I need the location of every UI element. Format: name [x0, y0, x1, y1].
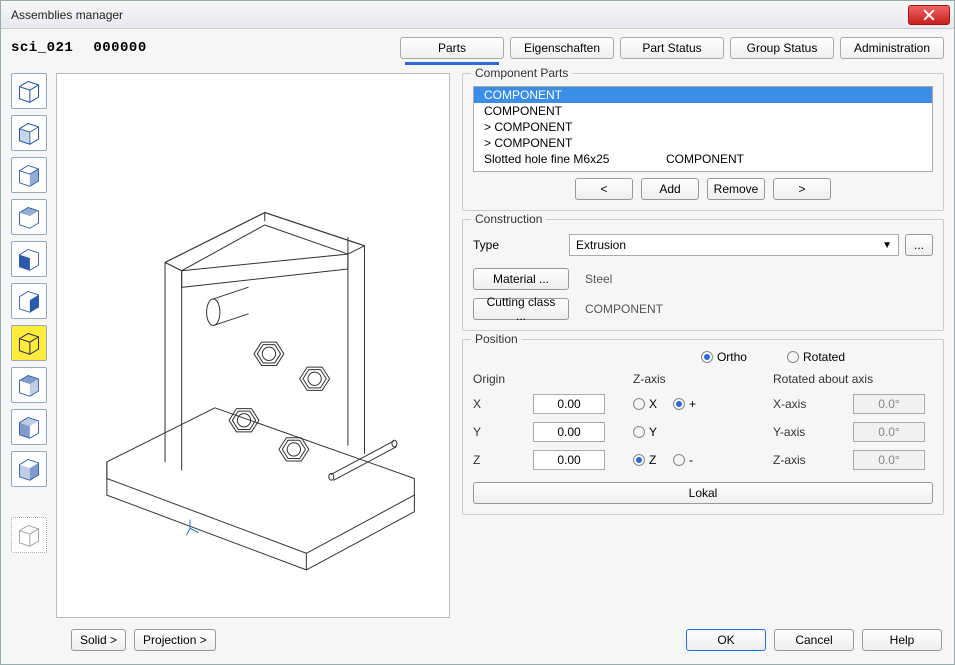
zaxis-x-radio[interactable]: X: [633, 397, 663, 411]
view-btn-10[interactable]: [11, 451, 47, 487]
close-button[interactable]: [908, 5, 950, 25]
next-button[interactable]: >: [773, 178, 831, 200]
window-title: Assemblies manager: [5, 8, 908, 22]
prev-button[interactable]: <: [575, 178, 633, 200]
component-parts-group: Component Parts COMPONENT COMPONENT > CO…: [462, 73, 944, 211]
remove-button[interactable]: Remove: [707, 178, 765, 200]
cube-icon: [16, 330, 42, 356]
assembly-rev: 000000: [93, 40, 146, 56]
origin-header: Origin: [473, 372, 523, 386]
type-select[interactable]: Extrusion ▼: [569, 234, 899, 256]
list-item[interactable]: COMPONENT: [474, 103, 932, 119]
rot-y-input: [853, 422, 925, 442]
titlebar: Assemblies manager: [1, 1, 954, 29]
rotated-radio[interactable]: Rotated: [787, 350, 845, 364]
cube-icon: [16, 204, 42, 230]
cube-icon: [16, 288, 42, 314]
component-parts-list[interactable]: COMPONENT COMPONENT > COMPONENT > COMPON…: [473, 86, 933, 172]
chevron-down-icon: ▼: [882, 240, 892, 251]
zaxis-minus-radio[interactable]: -: [673, 453, 703, 467]
cube-icon: [16, 162, 42, 188]
rot-z-label: Z-axis: [773, 453, 843, 467]
construction-group: Construction Type Extrusion ▼ ... Materi…: [462, 219, 944, 331]
cube-icon: [16, 456, 42, 482]
lokal-button[interactable]: Lokal: [473, 482, 933, 504]
view-btn-axon[interactable]: [11, 517, 47, 553]
type-browse-button[interactable]: ...: [905, 234, 933, 256]
cube-icon: [16, 246, 42, 272]
cube-icon: [16, 414, 42, 440]
view-btn-9[interactable]: [11, 409, 47, 445]
solid-button[interactable]: Solid >: [71, 629, 126, 651]
zaxis-header: Z-axis: [633, 372, 703, 386]
view-btn-5[interactable]: [11, 241, 47, 277]
material-value: Steel: [585, 272, 612, 286]
list-item[interactable]: > COMPONENT: [474, 135, 932, 151]
viewport-3d[interactable]: [56, 73, 450, 618]
origin-z-input[interactable]: [533, 450, 605, 470]
view-btn-7[interactable]: [11, 325, 47, 361]
material-button[interactable]: Material ...: [473, 268, 569, 290]
rot-x-label: X-axis: [773, 397, 843, 411]
view-btn-2[interactable]: [11, 115, 47, 151]
zaxis-z-radio[interactable]: Z: [633, 453, 663, 467]
z-label: Z: [473, 453, 523, 467]
tab-administration[interactable]: Administration: [840, 37, 944, 59]
tab-properties[interactable]: Eigenschaften: [510, 37, 614, 59]
rot-x-input: [853, 394, 925, 414]
part-preview: [57, 74, 449, 617]
help-button[interactable]: Help: [862, 629, 942, 651]
tab-part-status[interactable]: Part Status: [620, 37, 724, 59]
view-btn-1[interactable]: [11, 73, 47, 109]
rotabout-header: Rotated about axis: [773, 372, 933, 386]
list-item[interactable]: Slotted hole fine M6x25COMPONENT: [474, 151, 932, 167]
y-label: Y: [473, 425, 523, 439]
view-btn-6[interactable]: [11, 283, 47, 319]
cutting-class-value: COMPONENT: [585, 302, 663, 316]
cube-wire-icon: [16, 522, 42, 548]
assembly-id: sci_021: [11, 40, 73, 56]
component-parts-label: Component Parts: [471, 66, 572, 80]
x-label: X: [473, 397, 523, 411]
projection-button[interactable]: Projection >: [134, 629, 216, 651]
close-icon: [923, 9, 935, 21]
construction-label: Construction: [471, 212, 546, 226]
origin-x-input[interactable]: [533, 394, 605, 414]
rot-z-input: [853, 450, 925, 470]
view-btn-8[interactable]: [11, 367, 47, 403]
add-button[interactable]: Add: [641, 178, 699, 200]
cutting-class-button[interactable]: Cutting class ...: [473, 298, 569, 320]
zaxis-plus-radio[interactable]: +: [673, 397, 703, 411]
view-toolbar: [11, 73, 48, 618]
list-item[interactable]: > COMPONENT: [474, 119, 932, 135]
cube-icon: [16, 120, 42, 146]
rot-y-label: Y-axis: [773, 425, 843, 439]
tab-parts[interactable]: Parts: [400, 37, 504, 59]
cancel-button[interactable]: Cancel: [774, 629, 854, 651]
position-label: Position: [471, 332, 522, 346]
cube-icon: [16, 78, 42, 104]
cube-icon: [16, 372, 42, 398]
view-btn-4[interactable]: [11, 199, 47, 235]
view-btn-3[interactable]: [11, 157, 47, 193]
type-value: Extrusion: [576, 238, 626, 252]
position-group: Position Ortho Rotated Origin Z-axis Rot…: [462, 339, 944, 515]
ortho-radio[interactable]: Ortho: [701, 350, 747, 364]
origin-y-input[interactable]: [533, 422, 605, 442]
list-item[interactable]: COMPONENT: [474, 87, 932, 103]
ok-button[interactable]: OK: [686, 629, 766, 651]
tab-group-status[interactable]: Group Status: [730, 37, 834, 59]
type-label: Type: [473, 238, 553, 252]
zaxis-y-radio[interactable]: Y: [633, 425, 703, 439]
